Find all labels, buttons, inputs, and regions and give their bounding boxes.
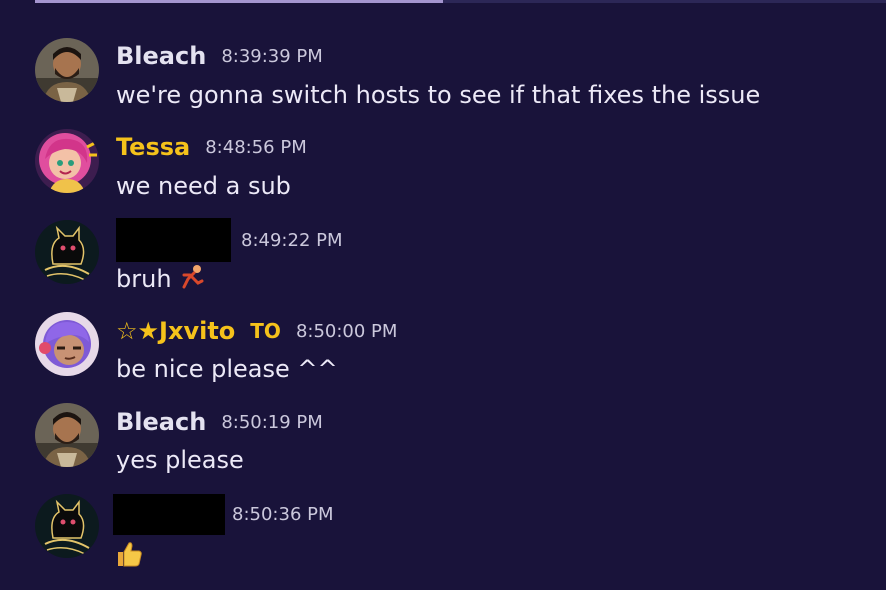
timestamp: 8:50:36 PM: [232, 504, 334, 525]
message-text: be nice please ^^: [116, 355, 338, 383]
message-text-row: bruh: [116, 263, 206, 295]
bearded-man-avatar-icon[interactable]: [35, 403, 99, 467]
author-name[interactable]: Tessa: [116, 133, 190, 161]
bearded-man-avatar-icon[interactable]: [35, 38, 99, 102]
thumbs-up-emoji-icon: [116, 540, 142, 574]
author-name[interactable]: Bleach: [116, 408, 206, 436]
purple-hair-character-avatar-icon[interactable]: [35, 312, 99, 376]
timestamp: 8:39:39 PM: [221, 45, 323, 67]
timestamp: 8:48:56 PM: [205, 136, 307, 158]
redacted-author-name: [116, 218, 231, 262]
timestamp: 8:49:22 PM: [241, 229, 343, 251]
pink-hair-girl-avatar-icon[interactable]: [35, 129, 99, 193]
timestamp: 8:50:19 PM: [221, 411, 323, 433]
message-text-row: [116, 540, 142, 574]
person-falling-emoji-icon: [180, 263, 206, 295]
message-text: yes please: [116, 446, 244, 474]
timestamp: 8:50:00 PM: [295, 320, 398, 342]
author-name[interactable]: ☆★Jxvito: [116, 317, 235, 345]
message-text: bruh: [116, 265, 172, 293]
dark-cat-astronaut-avatar-icon[interactable]: [35, 494, 99, 558]
progress-fill: [35, 0, 444, 3]
dark-cat-astronaut-avatar-icon[interactable]: [35, 220, 99, 284]
redacted-author-name: [113, 494, 225, 535]
progress-track: [35, 0, 886, 3]
author-name[interactable]: Bleach: [116, 42, 206, 70]
chat-window: Bleach 8:39:39 PM we're gonna switch hos…: [0, 0, 886, 590]
message-text: we're gonna switch hosts to see if that …: [116, 81, 761, 109]
message-text: we need a sub: [116, 172, 291, 200]
role-badge: TO: [250, 319, 281, 343]
